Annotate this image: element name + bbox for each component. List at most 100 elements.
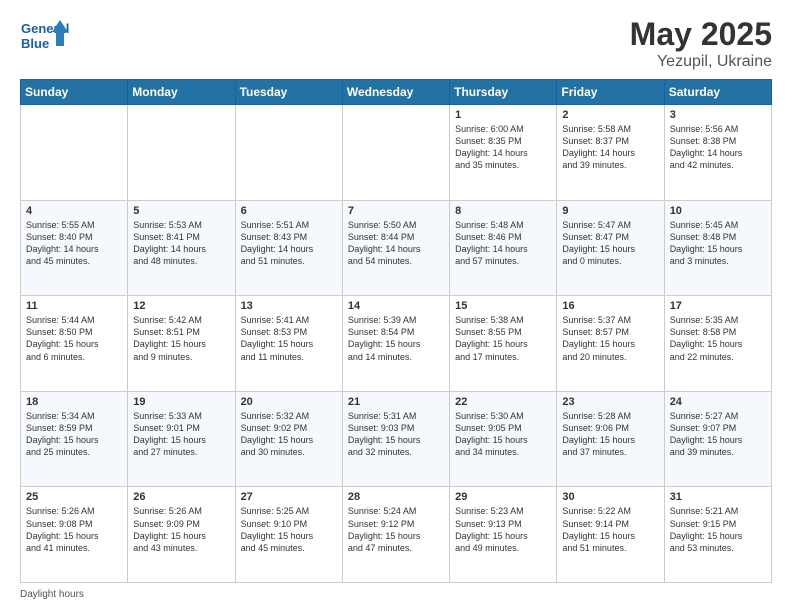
cell-3-0: 18 Sunrise: 5:34 AM Sunset: 8:59 PM Dayli…: [21, 391, 128, 487]
cell-1-6: 10 Sunrise: 5:45 AM Sunset: 8:48 PM Dayli…: [664, 200, 771, 296]
cell-info: Sunrise: 5:53 AM Sunset: 8:41 PM Dayligh…: [133, 219, 229, 268]
header-sunday: Sunday: [21, 80, 128, 105]
cell-3-6: 24 Sunrise: 5:27 AM Sunset: 9:07 PM Dayli…: [664, 391, 771, 487]
footer-text: Daylight hours: [20, 589, 84, 600]
cell-0-6: 3 Sunrise: 5:56 AM Sunset: 8:38 PM Daylig…: [664, 105, 771, 201]
cell-info: Sunrise: 5:39 AM Sunset: 8:54 PM Dayligh…: [348, 314, 444, 363]
day-number: 14: [348, 300, 444, 312]
cell-info: Sunrise: 5:37 AM Sunset: 8:57 PM Dayligh…: [562, 314, 658, 363]
day-number: 25: [26, 491, 122, 503]
cell-4-5: 30 Sunrise: 5:22 AM Sunset: 9:14 PM Dayli…: [557, 487, 664, 583]
cell-2-5: 16 Sunrise: 5:37 AM Sunset: 8:57 PM Dayli…: [557, 296, 664, 392]
cell-info: Sunrise: 5:32 AM Sunset: 9:02 PM Dayligh…: [241, 410, 337, 459]
week-row-3: 11 Sunrise: 5:44 AM Sunset: 8:50 PM Dayli…: [21, 296, 772, 392]
cell-info: Sunrise: 5:25 AM Sunset: 9:10 PM Dayligh…: [241, 505, 337, 554]
week-row-1: 1 Sunrise: 6:00 AM Sunset: 8:35 PM Daylig…: [21, 105, 772, 201]
cell-info: Sunrise: 5:50 AM Sunset: 8:44 PM Dayligh…: [348, 219, 444, 268]
cell-0-4: 1 Sunrise: 6:00 AM Sunset: 8:35 PM Daylig…: [450, 105, 557, 201]
cell-2-1: 12Sunrise: 5:42 AM Sunset: 8:51 PM Dayli…: [128, 296, 235, 392]
cell-0-1: [128, 105, 235, 201]
cell-1-2: 6 Sunrise: 5:51 AM Sunset: 8:43 PM Daylig…: [235, 200, 342, 296]
cell-info: Sunrise: 5:22 AM Sunset: 9:14 PM Dayligh…: [562, 505, 658, 554]
cell-info: Sunrise: 5:38 AM Sunset: 8:55 PM Dayligh…: [455, 314, 551, 363]
cell-2-3: 14 Sunrise: 5:39 AM Sunset: 8:54 PM Dayli…: [342, 296, 449, 392]
cell-info: Sunrise: 5:44 AM Sunset: 8:50 PM Dayligh…: [26, 314, 122, 363]
cell-0-2: [235, 105, 342, 201]
cell-info: Sunrise: 5:27 AM Sunset: 9:07 PM Dayligh…: [670, 410, 766, 459]
day-number: 30: [562, 491, 658, 503]
cell-3-1: 19 Sunrise: 5:33 AM Sunset: 9:01 PM Dayli…: [128, 391, 235, 487]
day-number: 6: [241, 205, 337, 217]
day-number: 23: [562, 396, 658, 408]
cell-info: Sunrise: 5:21 AM Sunset: 9:15 PM Dayligh…: [670, 505, 766, 554]
day-number: 1: [455, 109, 551, 121]
cell-info: Sunrise: 5:34 AM Sunset: 8:59 PM Dayligh…: [26, 410, 122, 459]
header-tuesday: Tuesday: [235, 80, 342, 105]
cell-info: Sunrise: 5:45 AM Sunset: 8:48 PM Dayligh…: [670, 219, 766, 268]
title-month: May 2025: [630, 16, 772, 53]
day-number: 17: [670, 300, 766, 312]
header-row: SundayMondayTuesdayWednesdayThursdayFrid…: [21, 80, 772, 105]
cell-info: Sunrise: 5:47 AM Sunset: 8:47 PM Dayligh…: [562, 219, 658, 268]
cell-2-0: 11 Sunrise: 5:44 AM Sunset: 8:50 PM Dayli…: [21, 296, 128, 392]
header-thursday: Thursday: [450, 80, 557, 105]
cell-info: Sunrise: 5:26 AM Sunset: 9:08 PM Dayligh…: [26, 505, 122, 554]
day-number: 4: [26, 205, 122, 217]
cell-info: Sunrise: 5:24 AM Sunset: 9:12 PM Dayligh…: [348, 505, 444, 554]
cell-info: Sunrise: 5:28 AM Sunset: 9:06 PM Dayligh…: [562, 410, 658, 459]
day-number: 13: [241, 300, 337, 312]
cell-info: Sunrise: 5:31 AM Sunset: 9:03 PM Dayligh…: [348, 410, 444, 459]
cell-0-3: [342, 105, 449, 201]
day-number: 10: [670, 205, 766, 217]
cell-4-3: 28Sunrise: 5:24 AM Sunset: 9:12 PM Dayli…: [342, 487, 449, 583]
week-row-4: 18 Sunrise: 5:34 AM Sunset: 8:59 PM Dayli…: [21, 391, 772, 487]
cell-1-3: 7 Sunrise: 5:50 AM Sunset: 8:44 PM Daylig…: [342, 200, 449, 296]
title-block: May 2025 Yezupil, Ukraine: [630, 16, 772, 71]
day-number: 7: [348, 205, 444, 217]
day-number: 3: [670, 109, 766, 121]
footer: Daylight hours: [20, 589, 772, 600]
header-wednesday: Wednesday: [342, 80, 449, 105]
day-number: 24: [670, 396, 766, 408]
day-number: 31: [670, 491, 766, 503]
day-number: 16: [562, 300, 658, 312]
cell-info: Sunrise: 5:51 AM Sunset: 8:43 PM Dayligh…: [241, 219, 337, 268]
cell-info: Sunrise: 5:55 AM Sunset: 8:40 PM Dayligh…: [26, 219, 122, 268]
day-number: 5: [133, 205, 229, 217]
cell-info: Sunrise: 5:23 AM Sunset: 9:13 PM Dayligh…: [455, 505, 551, 554]
day-number: 8: [455, 205, 551, 217]
cell-0-0: [21, 105, 128, 201]
cell-1-0: 4 Sunrise: 5:55 AM Sunset: 8:40 PM Daylig…: [21, 200, 128, 296]
day-number: 22: [455, 396, 551, 408]
day-number: 18: [26, 396, 122, 408]
header: General Blue May 2025 Yezupil, Ukraine: [20, 16, 772, 71]
week-row-5: 25 Sunrise: 5:26 AM Sunset: 9:08 PM Dayli…: [21, 487, 772, 583]
cell-4-2: 27 Sunrise: 5:25 AM Sunset: 9:10 PM Dayli…: [235, 487, 342, 583]
header-friday: Friday: [557, 80, 664, 105]
cell-4-6: 31 Sunrise: 5:21 AM Sunset: 9:15 PM Dayli…: [664, 487, 771, 583]
day-number: 19: [133, 396, 229, 408]
title-location: Yezupil, Ukraine: [630, 53, 772, 71]
cell-info: Sunrise: 6:00 AM Sunset: 8:35 PM Dayligh…: [455, 123, 551, 172]
cell-1-1: 5 Sunrise: 5:53 AM Sunset: 8:41 PM Daylig…: [128, 200, 235, 296]
day-number: 20: [241, 396, 337, 408]
day-number: 2: [562, 109, 658, 121]
calendar-table: SundayMondayTuesdayWednesdayThursdayFrid…: [20, 79, 772, 583]
cell-4-0: 25 Sunrise: 5:26 AM Sunset: 9:08 PM Dayli…: [21, 487, 128, 583]
cell-info: Sunrise: 5:30 AM Sunset: 9:05 PM Dayligh…: [455, 410, 551, 459]
day-number: 9: [562, 205, 658, 217]
day-number: 12: [133, 300, 229, 312]
logo-svg: General Blue: [20, 16, 70, 58]
cell-info: Sunrise: 5:48 AM Sunset: 8:46 PM Dayligh…: [455, 219, 551, 268]
logo: General Blue: [20, 16, 70, 58]
header-saturday: Saturday: [664, 80, 771, 105]
cell-3-2: 20 Sunrise: 5:32 AM Sunset: 9:02 PM Dayli…: [235, 391, 342, 487]
cell-info: Sunrise: 5:56 AM Sunset: 8:38 PM Dayligh…: [670, 123, 766, 172]
cell-1-4: 8 Sunrise: 5:48 AM Sunset: 8:46 PM Daylig…: [450, 200, 557, 296]
cell-4-4: 29Sunrise: 5:23 AM Sunset: 9:13 PM Dayli…: [450, 487, 557, 583]
svg-text:Blue: Blue: [21, 36, 49, 51]
cell-info: Sunrise: 5:33 AM Sunset: 9:01 PM Dayligh…: [133, 410, 229, 459]
day-number: 27: [241, 491, 337, 503]
day-number: 21: [348, 396, 444, 408]
day-number: 11: [26, 300, 122, 312]
